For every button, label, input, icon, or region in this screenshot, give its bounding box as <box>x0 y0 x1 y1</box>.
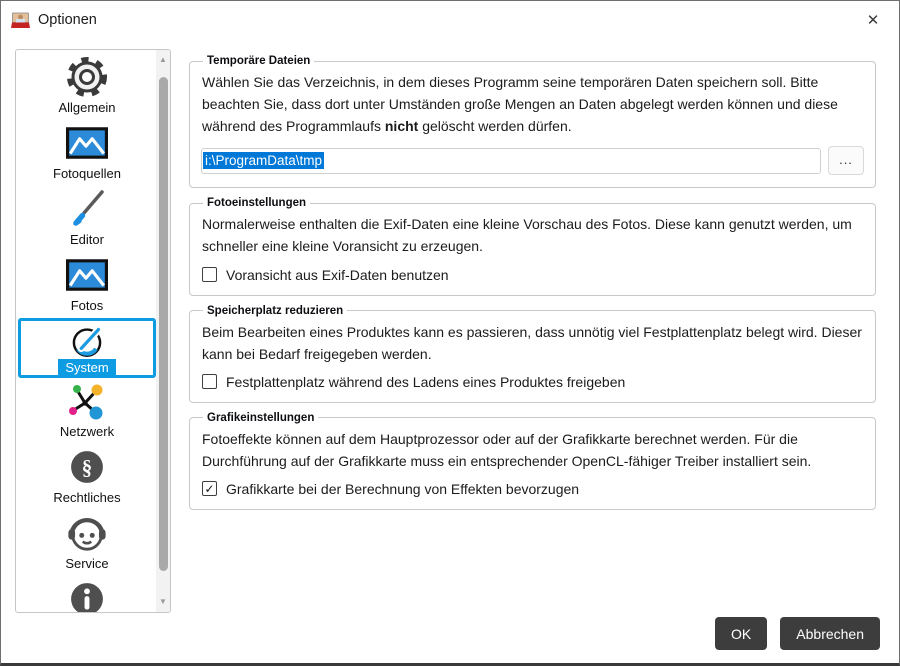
group-description: Wählen Sie das Verzeichnis, in dem diese… <box>202 74 838 135</box>
sidebar-item-allgemein[interactable]: Allgemein <box>18 54 156 120</box>
sidebar-item-label: Fotoquellen <box>53 166 121 181</box>
scrollbar-thumb[interactable] <box>158 77 168 571</box>
group-description: Normalerweise enthalten die Exif-Daten e… <box>202 216 852 255</box>
group-photo-settings: Fotoeinstellungen Normalerweise enthalte… <box>189 197 876 296</box>
sidebar-item-fotoquellen[interactable]: Fotoquellen <box>18 120 156 186</box>
checkbox-unchecked[interactable] <box>202 267 217 283</box>
scroll-up-icon[interactable]: ▲ <box>156 52 170 68</box>
sidebar-item-fotos[interactable]: Fotos <box>18 252 156 318</box>
sidebar-item-label: Netzwerk <box>59 424 115 439</box>
photo-icon <box>66 120 108 166</box>
checkbox-label[interactable]: Voransicht aus Exif-Daten benutzen <box>226 267 449 283</box>
app-icon <box>11 12 30 29</box>
window-title: Optionen <box>38 12 97 28</box>
settings-panel: Temporäre Dateien Wählen Sie das Verzeic… <box>189 55 876 519</box>
sidebar-item-label: Allgemein <box>58 100 116 115</box>
sidebar-item-label: Editor <box>70 232 104 247</box>
sidebar: Allgemein Fotoquellen Editor Fotos Syste… <box>15 49 171 613</box>
info-icon <box>67 576 107 612</box>
free-disk-space-checkbox-row[interactable]: Festplattenplatz während des Ladens eine… <box>202 374 863 390</box>
scroll-down-icon[interactable]: ▼ <box>156 594 170 610</box>
checkbox-checked[interactable]: ✓ <box>202 481 217 497</box>
sidebar-item-label: Service <box>65 556 109 571</box>
svg-text:§: § <box>82 455 92 479</box>
dialog-footer: OK Abbrechen <box>715 617 880 650</box>
sidebar-item-netzwerk[interactable]: Netzwerk <box>18 378 156 444</box>
gauge-icon <box>69 321 105 359</box>
sidebar-item-label: Rechtliches <box>53 490 121 505</box>
group-description: Fotoeffekte können auf dem Hauptprozesso… <box>202 430 812 469</box>
sidebar-item-service[interactable]: Service <box>18 510 156 576</box>
group-title: Temporäre Dateien <box>207 55 311 67</box>
group-description: Beim Bearbeiten eines Produktes kann es … <box>202 323 862 362</box>
group-graphics-settings: Grafikeinstellungen Fotoeffekte können a… <box>189 411 876 510</box>
section-sign-icon: § <box>67 444 107 490</box>
sidebar-scrollbar: ▲ ▼ <box>156 50 170 612</box>
checkbox-label[interactable]: Festplattenplatz während des Ladens eine… <box>226 374 625 390</box>
temp-path-value: i:\ProgramData\tmp <box>203 152 325 170</box>
options-dialog: Optionen ✕ Allgemein Fotoquellen Editor … <box>0 0 900 666</box>
sidebar-item-system[interactable]: System <box>18 318 156 378</box>
cancel-button[interactable]: Abbrechen <box>780 617 880 650</box>
group-title: Fotoeinstellungen <box>207 197 307 210</box>
browse-button[interactable]: ... <box>828 146 864 176</box>
photo-icon <box>66 252 108 298</box>
group-reduce-disk-space: Speicherplatz reduzieren Beim Bearbeiten… <box>189 304 876 403</box>
close-icon[interactable]: ✕ <box>861 8 885 32</box>
titlebar: Optionen ✕ <box>1 1 899 39</box>
sidebar-item-rechtliches[interactable]: § Rechtliches <box>18 444 156 510</box>
group-temporary-files: Temporäre Dateien Wählen Sie das Verzeic… <box>189 55 876 189</box>
gear-icon <box>65 54 109 100</box>
exif-preview-checkbox-row[interactable]: Voransicht aus Exif-Daten benutzen <box>202 267 863 283</box>
group-title: Speicherplatz reduzieren <box>207 304 344 317</box>
checkbox-label[interactable]: Grafikkarte bei der Berechnung von Effek… <box>226 481 579 497</box>
checkbox-unchecked[interactable] <box>202 374 217 390</box>
sidebar-item-label: Fotos <box>70 298 104 313</box>
sidebar-item-editor[interactable]: Editor <box>18 186 156 252</box>
group-title: Grafikeinstellungen <box>207 411 315 424</box>
ok-button[interactable]: OK <box>715 617 768 650</box>
headset-icon <box>66 510 108 556</box>
temp-path-row: i:\ProgramData\tmp ... <box>201 146 864 176</box>
sidebar-nav: Allgemein Fotoquellen Editor Fotos Syste… <box>17 54 157 612</box>
paintbrush-icon <box>65 186 109 232</box>
sidebar-item-info[interactable] <box>18 576 156 612</box>
network-icon <box>65 378 109 424</box>
temp-path-input[interactable]: i:\ProgramData\tmp <box>201 147 821 174</box>
sidebar-item-label: System <box>58 359 116 377</box>
gpu-preference-checkbox-row[interactable]: ✓ Grafikkarte bei der Berechnung von Eff… <box>202 481 863 497</box>
